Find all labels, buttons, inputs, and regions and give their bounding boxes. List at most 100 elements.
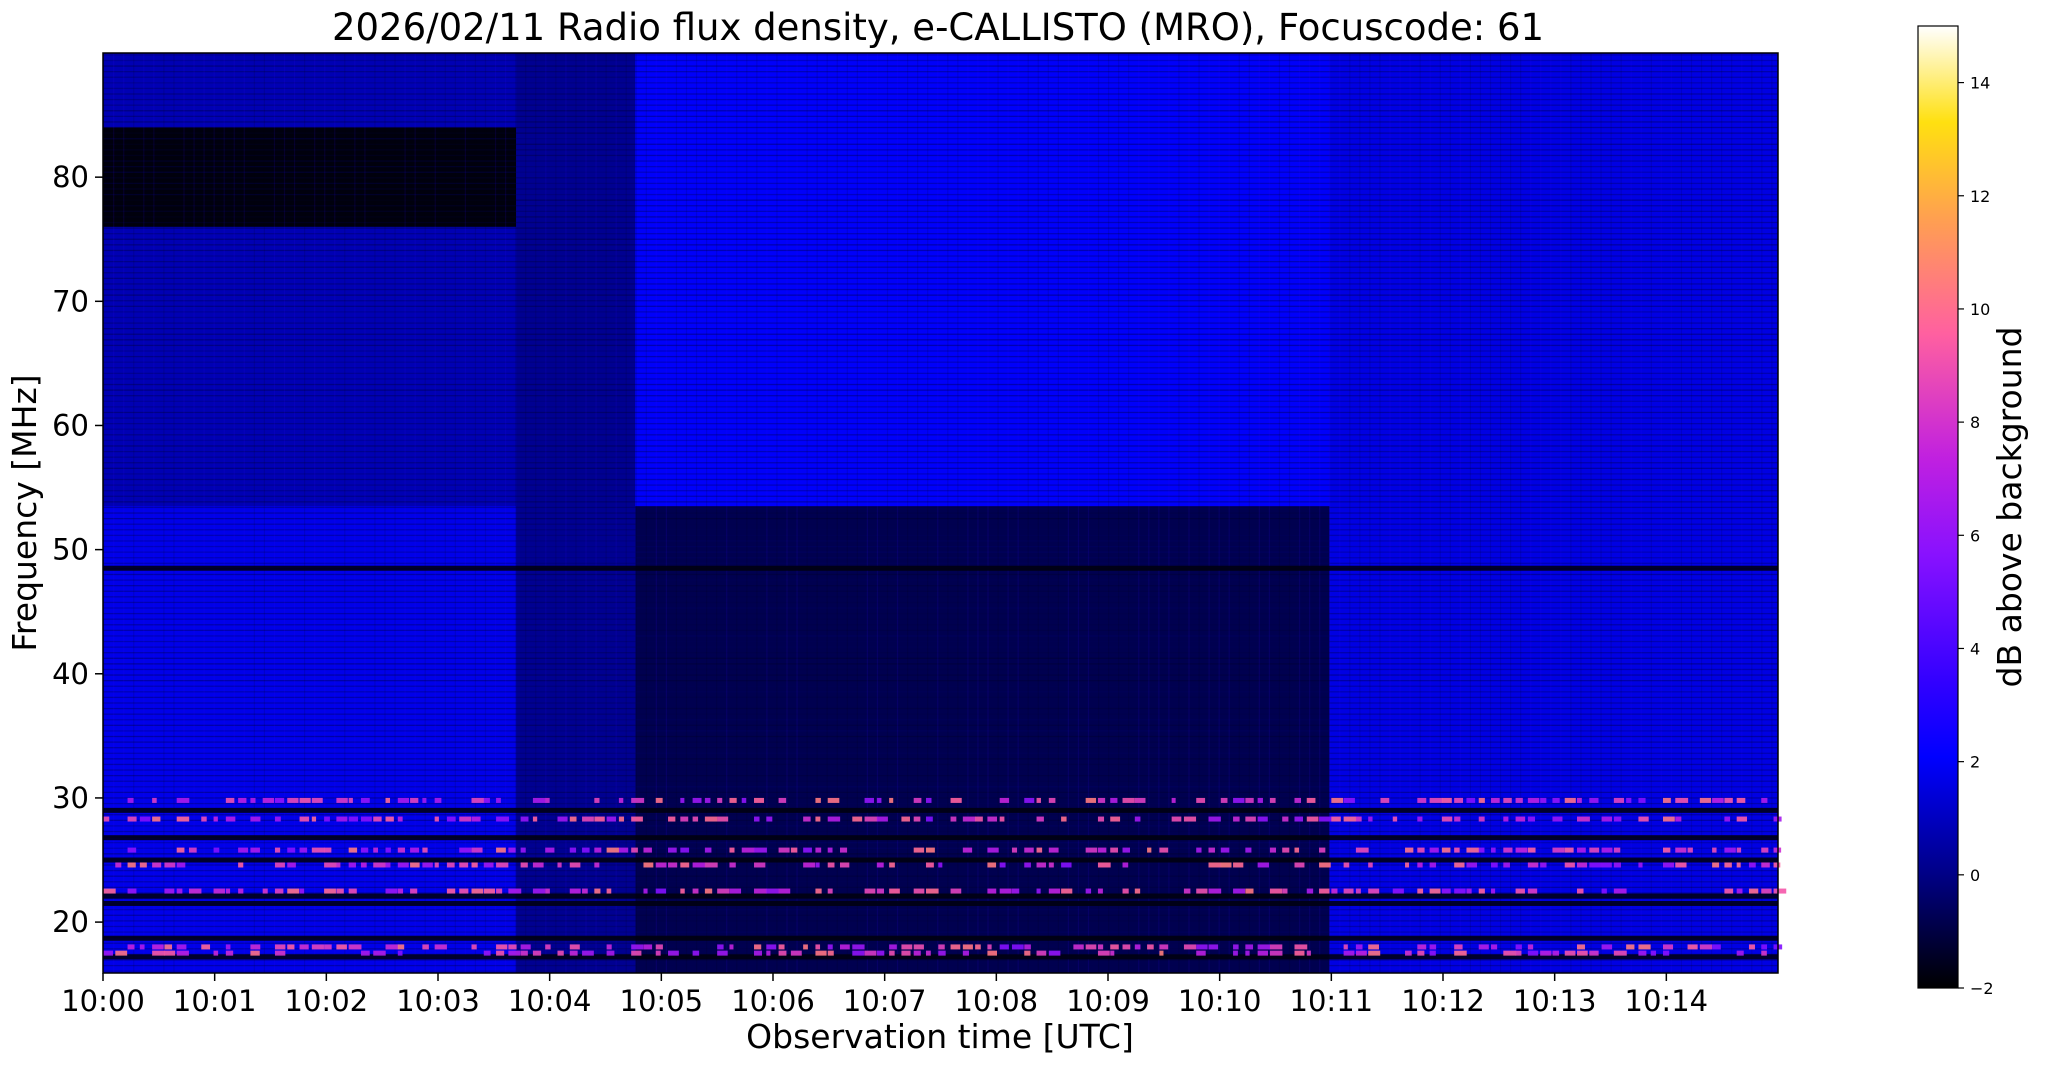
rfi-mark bbox=[594, 847, 602, 853]
time-texture bbox=[1319, 53, 1321, 973]
rfi-mark bbox=[680, 888, 685, 894]
rfi-mark bbox=[1638, 950, 1647, 956]
rfi-mark bbox=[274, 847, 281, 853]
rfi-mark bbox=[127, 847, 137, 853]
rfi-mark bbox=[1306, 797, 1316, 803]
rfi-mark bbox=[1171, 816, 1182, 822]
rfi-mark bbox=[274, 950, 286, 956]
rfi-mark bbox=[913, 944, 924, 950]
rfi-mark bbox=[1355, 950, 1367, 956]
rfi-mark bbox=[1368, 950, 1381, 956]
rfi-mark bbox=[1724, 847, 1736, 853]
time-texture bbox=[1087, 53, 1090, 973]
rfi-mark bbox=[1712, 797, 1724, 803]
rfi-mark bbox=[1306, 950, 1311, 956]
rfi-mark bbox=[532, 950, 542, 956]
rfi-mark bbox=[1589, 797, 1599, 803]
rfi-mark bbox=[1306, 888, 1314, 894]
rfi-mark bbox=[1662, 862, 1675, 868]
rfi-mark bbox=[569, 944, 580, 950]
dark-channel bbox=[103, 900, 1778, 906]
rfi-mark bbox=[1233, 862, 1244, 868]
rfi-mark bbox=[1429, 862, 1437, 868]
rfi-mark bbox=[754, 950, 763, 956]
rfi-mark bbox=[741, 797, 747, 803]
time-texture bbox=[846, 53, 848, 973]
time-texture bbox=[384, 53, 386, 973]
rfi-mark bbox=[631, 847, 638, 853]
rfi-mark bbox=[336, 862, 341, 868]
rfi-mark bbox=[987, 944, 992, 950]
x-tick-label: 10:13 bbox=[1513, 984, 1597, 1018]
rfi-mark bbox=[471, 797, 485, 803]
rfi-mark bbox=[815, 816, 821, 822]
rfi-mark bbox=[1245, 816, 1256, 822]
rfi-mark bbox=[643, 888, 648, 894]
rfi-mark bbox=[250, 797, 256, 803]
x-tick-label: 10:05 bbox=[620, 984, 704, 1018]
rfi-mark bbox=[754, 944, 762, 950]
rfi-mark bbox=[1294, 816, 1303, 822]
rfi-mark bbox=[152, 816, 161, 822]
rfi-mark bbox=[643, 862, 654, 868]
time-texture bbox=[695, 53, 698, 973]
rfi-mark bbox=[1171, 797, 1176, 803]
rfi-mark bbox=[397, 862, 409, 868]
rfi-mark bbox=[925, 950, 931, 956]
rfi-mark bbox=[1110, 797, 1118, 803]
time-texture bbox=[1359, 53, 1361, 973]
time-texture bbox=[615, 53, 617, 973]
rfi-mark bbox=[1282, 816, 1289, 822]
rfi-mark bbox=[385, 816, 394, 822]
rfi-mark bbox=[422, 847, 428, 853]
time-texture bbox=[1469, 53, 1471, 973]
rfi-mark bbox=[1405, 862, 1410, 868]
rfi-mark bbox=[446, 888, 456, 894]
rfi-mark bbox=[1208, 847, 1215, 853]
time-texture bbox=[585, 53, 587, 973]
rfi-mark bbox=[434, 862, 439, 868]
time-texture bbox=[153, 53, 155, 973]
rfi-mark bbox=[1712, 862, 1720, 868]
rfi-mark bbox=[1097, 944, 1104, 950]
y-axis-label: Frequency [MHz] bbox=[5, 374, 44, 651]
time-texture bbox=[213, 53, 215, 973]
time-texture bbox=[1650, 53, 1652, 973]
rfi-mark bbox=[103, 816, 110, 822]
time-texture bbox=[726, 53, 728, 973]
rfi-mark bbox=[446, 862, 455, 868]
time-texture bbox=[1721, 53, 1723, 973]
rfi-mark bbox=[176, 944, 187, 950]
rfi-mark bbox=[889, 944, 897, 950]
rfi-mark bbox=[778, 847, 790, 853]
rfi-mark bbox=[1355, 816, 1362, 822]
rfi-mark bbox=[1220, 847, 1230, 853]
rfi-mark bbox=[1110, 944, 1119, 950]
rfi-mark bbox=[274, 797, 285, 803]
rfi-mark bbox=[1319, 888, 1330, 894]
rfi-mark bbox=[987, 847, 999, 853]
rfi-mark bbox=[410, 847, 420, 853]
rfi-mark bbox=[1343, 944, 1348, 950]
rfi-mark bbox=[471, 944, 477, 950]
time-texture bbox=[575, 53, 577, 973]
time-texture bbox=[324, 53, 326, 973]
x-tick-label: 10:01 bbox=[173, 984, 257, 1018]
rfi-mark bbox=[1441, 888, 1451, 894]
time-texture bbox=[746, 53, 748, 973]
time-texture bbox=[706, 53, 708, 973]
time-texture bbox=[344, 53, 346, 973]
time-texture bbox=[525, 53, 527, 973]
rfi-mark bbox=[1036, 797, 1041, 803]
rfi-mark bbox=[1233, 816, 1240, 822]
rfi-mark bbox=[1662, 847, 1671, 853]
rfi-mark bbox=[1368, 944, 1379, 950]
rfi-mark bbox=[840, 944, 850, 950]
rfi-mark bbox=[508, 950, 521, 956]
rfi-mark bbox=[483, 797, 490, 803]
rfi-mark bbox=[520, 950, 528, 956]
rfi-mark bbox=[103, 950, 114, 956]
rfi-mark bbox=[459, 847, 472, 853]
time-texture bbox=[494, 53, 497, 973]
time-texture bbox=[685, 53, 688, 973]
